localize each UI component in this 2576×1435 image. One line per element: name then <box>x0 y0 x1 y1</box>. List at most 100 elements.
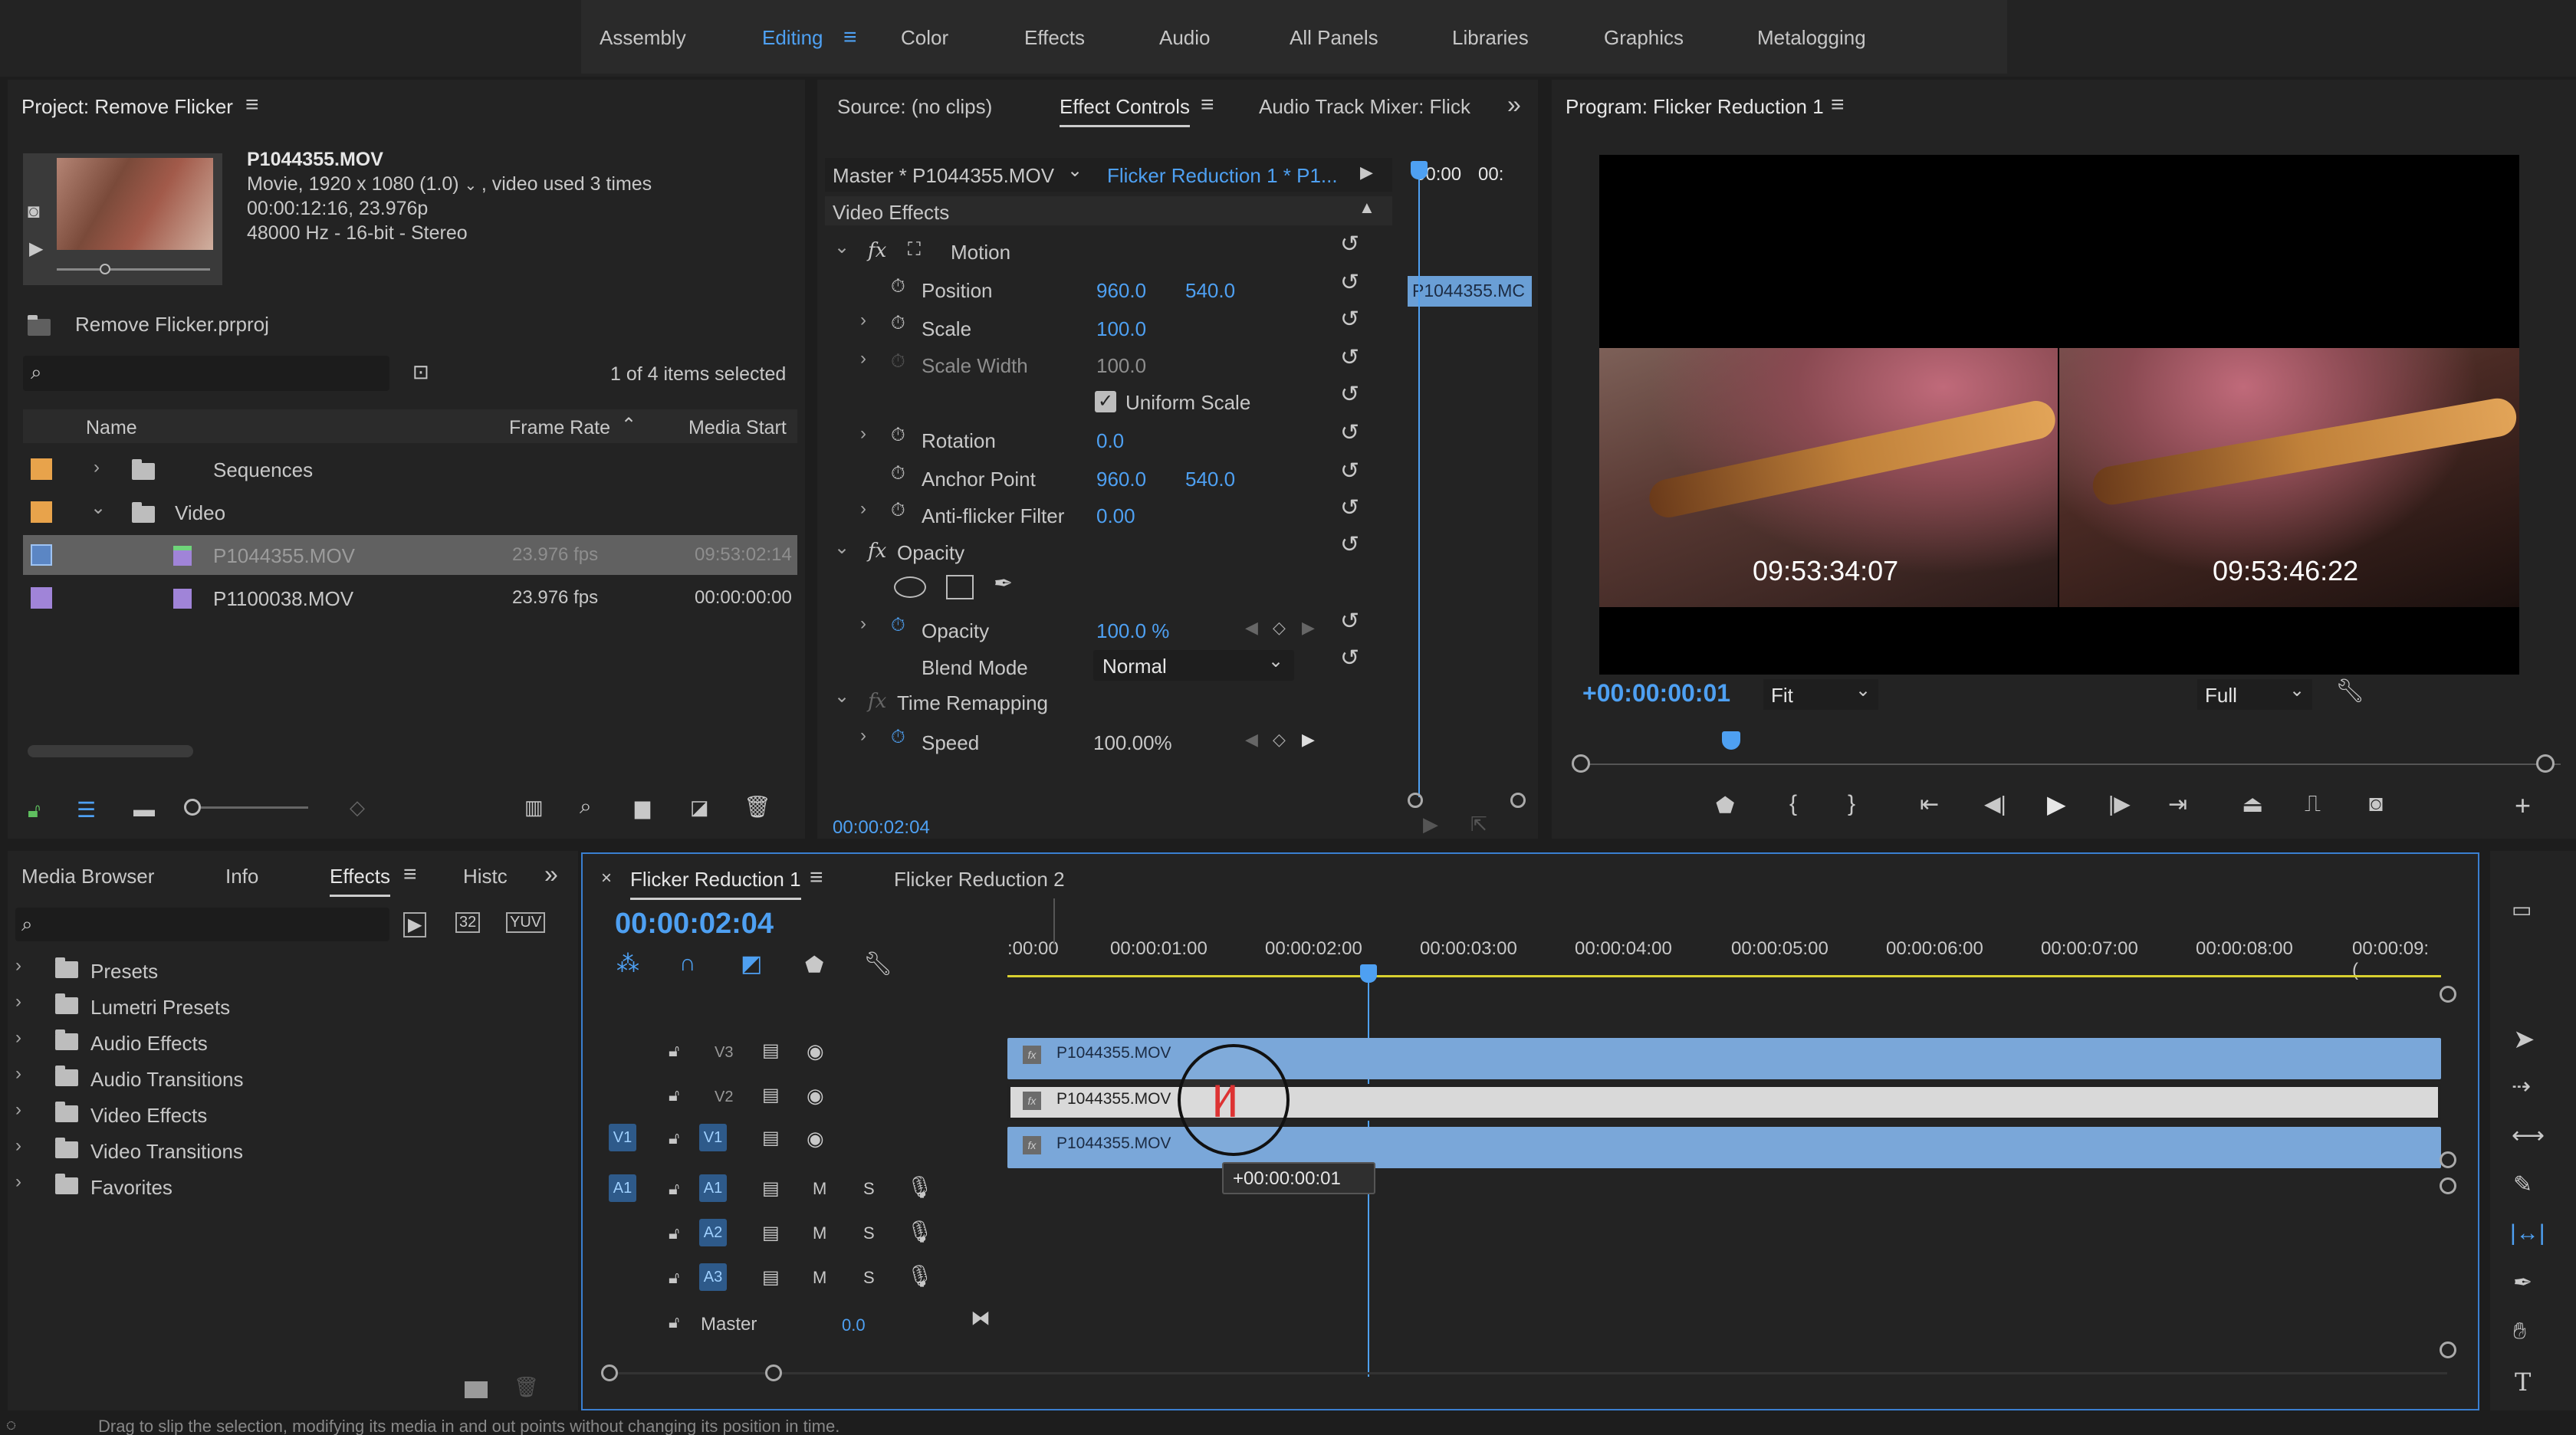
workspace-tab-assembly[interactable]: Assembly <box>600 26 686 50</box>
col-media-start[interactable]: Media Start <box>688 417 787 439</box>
icon-view-icon[interactable]: ▬ <box>133 797 155 822</box>
opacity-value[interactable]: 100.0 % <box>1096 619 1169 643</box>
ripple-edit-tool-icon[interactable]: ⟷ <box>2512 1122 2545 1149</box>
ec-zoom-handle-left[interactable] <box>1408 793 1423 808</box>
track-label-v2[interactable]: V2 <box>715 1089 733 1106</box>
mark-out-icon[interactable]: } <box>1848 791 1855 817</box>
trash-icon[interactable]: 🗑︎ <box>744 794 771 819</box>
stopwatch-icon[interactable]: ⏱︎ <box>891 463 905 484</box>
razor-tool-icon[interactable]: ✎ <box>2513 1171 2532 1198</box>
wrench-icon[interactable]: 🔧︎ <box>863 951 892 977</box>
mini-clip-bar[interactable]: P1044355.MC <box>1408 276 1532 307</box>
chevron-down-icon[interactable]: ⌄ <box>1067 159 1083 182</box>
playback-resolution-select[interactable]: Full ⌄ <box>2197 679 2312 710</box>
zoom-slider[interactable] <box>186 806 308 809</box>
add-keyframe-icon[interactable]: ◇ <box>1273 618 1286 638</box>
go-to-in-icon[interactable]: ⇤ <box>1920 791 1939 818</box>
mute-button[interactable]: M <box>813 1268 826 1288</box>
master-clip-label[interactable]: Master * P1044355.MOV <box>833 164 1054 188</box>
anti-flicker-value[interactable]: 0.00 <box>1096 504 1135 528</box>
prev-keyframe-icon[interactable]: ◀ <box>1245 730 1258 750</box>
chevron-right-icon[interactable]: › <box>15 1027 21 1049</box>
position-y-value[interactable]: 540.0 <box>1185 279 1235 303</box>
time-ruler[interactable]: :00:00 00:00:01:00 00:00:02:00 00:00:03:… <box>1007 931 2441 984</box>
chevron-right-icon[interactable]: › <box>15 955 21 977</box>
new-custom-bin-icon[interactable] <box>465 1381 488 1398</box>
solo-button[interactable]: S <box>863 1179 875 1199</box>
reset-icon[interactable]: ↺ <box>1340 308 1363 331</box>
reset-icon[interactable]: ↺ <box>1340 383 1363 406</box>
workspace-menu-icon[interactable]: ≡ <box>843 25 857 51</box>
type-tool-icon[interactable]: T <box>2515 1368 2531 1397</box>
workspace-tab-audio[interactable]: Audio <box>1159 26 1211 50</box>
chevron-right-icon[interactable]: › <box>860 725 866 747</box>
track-label-v3[interactable]: V3 <box>715 1044 733 1062</box>
program-scrubber-start[interactable] <box>1572 754 1590 773</box>
chevron-right-icon[interactable]: › <box>860 348 866 369</box>
add-marker-icon[interactable]: ⬟ <box>805 952 823 977</box>
program-menu-icon[interactable]: ≡ <box>1831 92 1845 118</box>
thumbnail-scrubber-handle[interactable] <box>100 264 110 274</box>
solo-button[interactable]: S <box>863 1268 875 1288</box>
sync-lock-icon[interactable]: ▤ <box>762 1177 780 1200</box>
lock-icon[interactable]: 🔓︎ <box>28 799 41 823</box>
workspace-tab-graphics[interactable]: Graphics <box>1604 26 1684 50</box>
hand-tool-icon[interactable]: ✋︎ <box>2513 1318 2526 1345</box>
zoom-slider-handle[interactable] <box>184 799 201 816</box>
32bit-effects-icon[interactable]: 32 <box>455 912 481 933</box>
ellipse-mask-icon[interactable] <box>894 576 926 598</box>
lift-icon[interactable]: ⏏︎ <box>2242 791 2263 818</box>
program-scrubber-bar[interactable] <box>1581 763 2561 765</box>
show-timeline-icon[interactable]: ▶ <box>1360 163 1373 182</box>
selection-tool-icon[interactable]: ➤ <box>2513 1024 2535 1055</box>
program-scrubber-end[interactable] <box>2536 754 2555 773</box>
anchor-y-value[interactable]: 540.0 <box>1185 468 1235 491</box>
col-frame-rate[interactable]: Frame Rate <box>509 417 610 439</box>
project-panel-title[interactable]: Project: Remove Flicker <box>21 95 233 119</box>
tab-history[interactable]: Histc <box>463 865 508 888</box>
export-icon[interactable]: ⇱ <box>1470 813 1487 836</box>
thumbnail-scrubber[interactable] <box>57 268 210 271</box>
chevron-right-icon[interactable]: › <box>15 991 21 1013</box>
pen-mask-icon[interactable]: ✒︎ <box>994 570 1013 597</box>
collapse-up-icon[interactable]: ▲ <box>1359 198 1375 218</box>
chevron-right-icon[interactable]: › <box>860 423 866 445</box>
program-playhead[interactable] <box>1722 731 1740 750</box>
nest-icon[interactable]: ⁂ <box>616 951 639 977</box>
step-forward-icon[interactable]: |▶ <box>2108 791 2131 816</box>
slip-tool-icon[interactable]: |↔| <box>2510 1220 2545 1246</box>
chevron-down-icon[interactable]: ⌄ <box>465 177 481 194</box>
automate-to-sequence-icon[interactable]: ▥ <box>524 796 544 819</box>
mark-in-icon[interactable]: { <box>1789 791 1797 817</box>
wrench-icon[interactable]: 🔧︎ <box>2335 678 2364 704</box>
chevron-right-icon[interactable]: › <box>15 1171 21 1193</box>
list-view-icon[interactable]: ☰ <box>77 797 96 823</box>
chevron-right-icon[interactable]: › <box>860 498 866 520</box>
timeline-horizontal-scrollbar[interactable] <box>607 1372 2447 1374</box>
fx-badge-icon[interactable]: fx <box>1023 1136 1041 1154</box>
step-back-icon[interactable]: ◀| <box>1984 791 2006 816</box>
reset-icon[interactable]: ↺ <box>1340 271 1363 294</box>
microphone-icon[interactable]: 🎙︎ <box>906 1263 934 1289</box>
lock-icon[interactable]: 🔓︎ <box>669 1268 679 1288</box>
workspace-tab-libraries[interactable]: Libraries <box>1452 26 1529 50</box>
program-video-frame[interactable]: 09:53:34:07 09:53:46:22 <box>1599 155 2520 675</box>
source-patch-v1[interactable]: V1 <box>609 1124 636 1151</box>
chevron-down-icon[interactable]: ⌄ <box>90 497 106 519</box>
eye-icon[interactable]: ◉ <box>807 1127 824 1151</box>
sync-lock-icon[interactable]: ▤ <box>762 1039 780 1062</box>
reset-icon[interactable]: ↺ <box>1340 422 1363 445</box>
tools-panel-menu-icon[interactable]: ▭ <box>2512 897 2532 922</box>
new-item-icon[interactable]: ◪ <box>690 796 709 819</box>
sync-lock-icon[interactable]: ▤ <box>762 1266 780 1289</box>
sync-lock-icon[interactable]: ▤ <box>762 1127 780 1149</box>
stopwatch-icon[interactable]: ⏱︎ <box>891 615 905 636</box>
uniform-scale-checkbox[interactable]: ✓ <box>1095 391 1116 412</box>
tab-sequence-2[interactable]: Flicker Reduction 2 <box>894 868 1065 892</box>
label-color-swatch[interactable] <box>31 501 52 523</box>
audio-zoom-handle[interactable] <box>2440 1177 2456 1194</box>
timeline-zoom-handle-left[interactable] <box>601 1364 618 1381</box>
accelerated-effects-icon[interactable]: ▶ <box>403 912 427 938</box>
sort-ascending-icon[interactable]: ⌃ <box>621 414 636 436</box>
effects-search-input[interactable]: ⌕ <box>15 908 389 941</box>
